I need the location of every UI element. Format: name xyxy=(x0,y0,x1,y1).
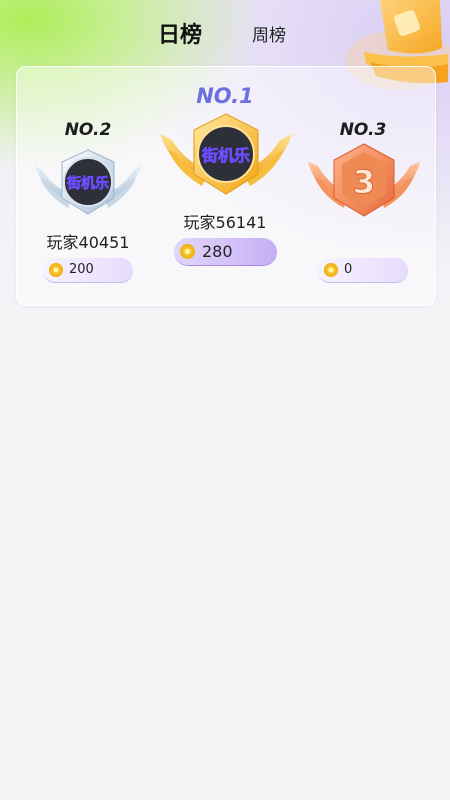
score-value-1: 280 xyxy=(202,242,233,261)
silver-badge-avatar[interactable]: 街机乐 xyxy=(30,148,146,222)
rank-label-1: NO.1 xyxy=(196,84,254,108)
avatar-text-1: 街机乐 xyxy=(201,146,250,165)
score-pill-2: 200 xyxy=(43,258,133,283)
tab-daily[interactable]: 日榜 xyxy=(158,18,202,54)
avatar-text-2: 街机乐 xyxy=(66,175,109,192)
gold-badge-avatar[interactable]: 街机乐 xyxy=(158,112,294,202)
coin-icon xyxy=(324,263,338,277)
player-name-1: 玩家56141 xyxy=(183,213,267,232)
player-name-2: 玩家40451 xyxy=(46,233,130,252)
score-pill-1: 280 xyxy=(174,238,277,266)
rank-label-2: NO.2 xyxy=(64,120,112,140)
bronze-badge[interactable]: 3 xyxy=(306,142,422,222)
score-value-3: 0 xyxy=(344,262,353,277)
coin-icon xyxy=(180,244,195,259)
score-pill-3: 0 xyxy=(318,258,408,283)
tab-weekly[interactable]: 周榜 xyxy=(252,18,286,54)
score-value-2: 200 xyxy=(69,262,94,277)
ranking-tabs: 日榜 周榜 xyxy=(0,18,450,58)
rank-label-3: NO.3 xyxy=(339,120,387,140)
coin-icon xyxy=(49,263,63,277)
rank-digit-3: 3 xyxy=(353,163,375,201)
